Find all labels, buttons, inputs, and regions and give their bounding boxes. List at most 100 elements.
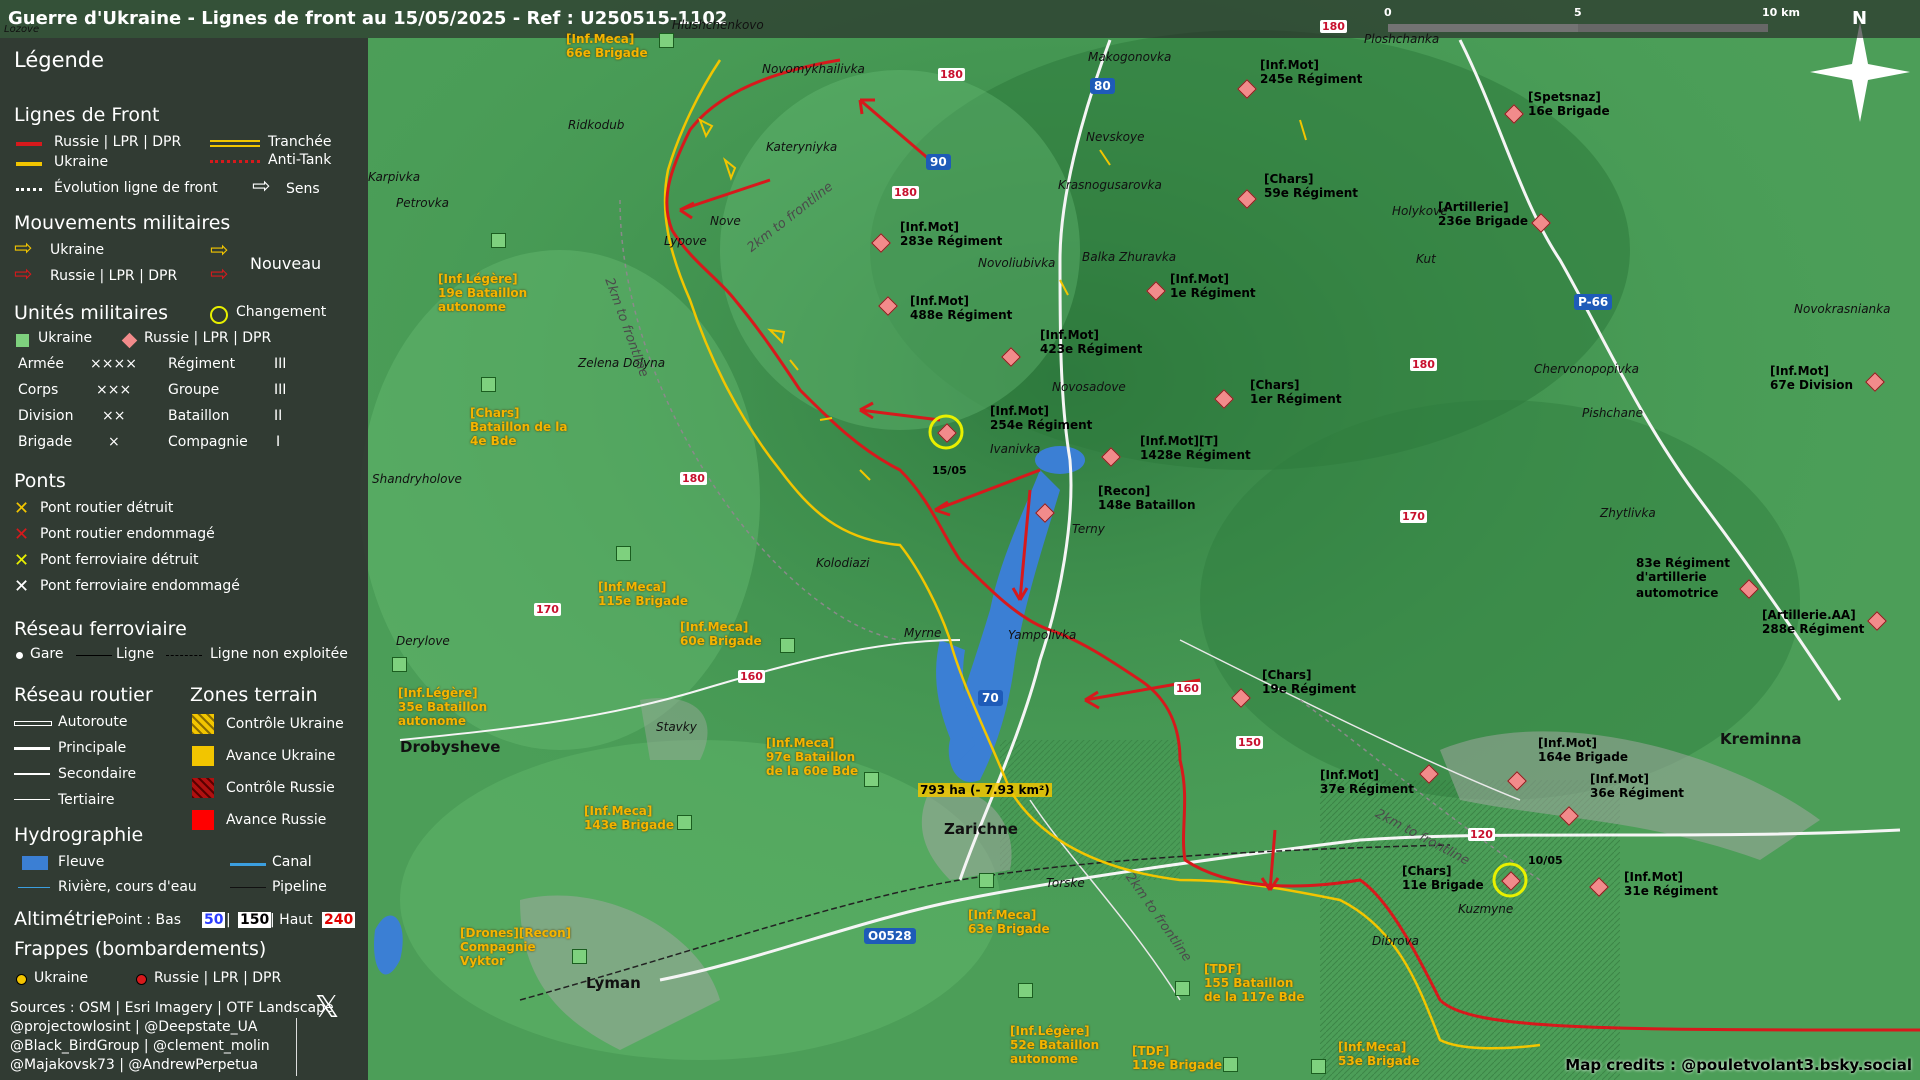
ukrainian-unit-square-icon[interactable] xyxy=(979,873,994,888)
russian-unit-label: [Inf.Mot] 31e Régiment xyxy=(1624,870,1718,898)
unit-name: 19e Régiment xyxy=(1262,682,1357,696)
legend-moves-russia: Russie | LPR | DPR xyxy=(50,268,178,284)
ukrainian-unit-square-icon[interactable] xyxy=(616,546,631,561)
unit-type: [Inf.Mot] xyxy=(900,220,960,234)
ukrainian-unit-square-icon[interactable] xyxy=(392,657,407,672)
place-label: Ploshchanka xyxy=(1364,32,1440,46)
unit-name: 97e Bataillon xyxy=(766,750,856,764)
antitank-swatch xyxy=(210,160,260,167)
legend-bridges-heading: Ponts xyxy=(14,470,66,492)
ukrainian-unit-label: [TDF] 155 Bataillon de la 117e Bde xyxy=(1204,962,1305,1004)
date-label: 15/05 xyxy=(932,464,967,477)
unit-type: [Inf.Mot] xyxy=(1538,736,1598,750)
ukrainian-unit-label: [Inf.Légère] 19e Bataillon autonome xyxy=(438,272,527,314)
legend-rail-station: Gare xyxy=(30,646,64,662)
unit-name: 1428e Régiment xyxy=(1140,448,1251,462)
legend-hydro-stream: Rivière, cours d'eau xyxy=(58,879,197,895)
x-social-icon[interactable]: 𝕏 xyxy=(315,990,339,1025)
legend-alti-sep2: | Haut xyxy=(270,912,313,928)
ukrainian-unit-square-icon[interactable] xyxy=(491,233,506,248)
unit-extra: autonome xyxy=(438,300,507,314)
unit-row-name2: Régiment xyxy=(168,356,236,372)
russian-unit-label: [Inf.Mot] 1e Régiment xyxy=(1170,272,1256,300)
zone-item: Avance Ukraine xyxy=(226,748,336,764)
place-label: Karpivka xyxy=(368,170,421,184)
unit-name: 35e Bataillon xyxy=(398,700,488,714)
unit-type: [Inf.Mot] xyxy=(1320,768,1380,782)
unit-name: Bataillon de la xyxy=(470,420,568,434)
unit-name: 19e Bataillon xyxy=(438,286,528,300)
road-motorway-swatch xyxy=(14,721,52,726)
road-destroyed-icon: ✕ xyxy=(14,498,30,519)
place-label: Terny xyxy=(1072,522,1105,536)
unit-extra: Vyktor xyxy=(460,954,505,968)
ukrainian-unit-square-icon[interactable] xyxy=(1311,1059,1326,1074)
ukrainian-unit-square-icon[interactable] xyxy=(481,377,496,392)
unit-type: [Drones][Recon] xyxy=(460,926,572,940)
river-swatch xyxy=(22,856,48,870)
unit-row-sym2: II xyxy=(274,408,283,424)
legend-title: Légende xyxy=(14,48,105,72)
russian-unit-label: [Recon] 148e Bataillon xyxy=(1098,484,1196,512)
unit-name: 52e Bataillon xyxy=(1010,1038,1100,1052)
sources-line: Sources : OSM | Esri Imagery | OTF Lands… xyxy=(10,1000,334,1016)
unit-name: Compagnie xyxy=(460,940,536,954)
scale-label-10: 10 km xyxy=(1762,6,1800,19)
road-number-label: 170 xyxy=(534,603,561,616)
place-label: Novoliubivka xyxy=(978,256,1056,270)
unit-name: 148e Bataillon xyxy=(1098,498,1196,512)
place-label: Nove xyxy=(710,214,741,228)
town-label: Drobysheve xyxy=(400,738,501,756)
unit-type: [Spetsnaz] xyxy=(1528,90,1601,104)
russian-unit-label: [Inf.Mot] 164e Brigade xyxy=(1538,736,1628,764)
unit-type: [Inf.Mot] xyxy=(1624,870,1684,884)
ukrainian-unit-square-icon[interactable] xyxy=(1223,1057,1238,1072)
unit-name: 16e Brigade xyxy=(1528,104,1610,118)
ukrainian-unit-square-icon[interactable] xyxy=(1018,983,1033,998)
unit-name: 53e Brigade xyxy=(1338,1054,1420,1068)
russian-unit-label: [Artillerie] 236e Brigade xyxy=(1438,200,1528,228)
legend-units-ukraine: Ukraine xyxy=(38,330,93,346)
ukrainian-unit-square-icon[interactable] xyxy=(677,815,692,830)
legend-moves-heading: Mouvements militaires xyxy=(14,212,231,234)
unit-type: [TDF] xyxy=(1132,1044,1170,1058)
legend-road-heading: Réseau routier xyxy=(14,684,153,706)
unit-extra: de la 60e Bde xyxy=(766,764,859,778)
unit-extra: 4e Bde xyxy=(470,434,517,448)
unit-row-sym2: III xyxy=(274,382,287,398)
unit-extra: autonome xyxy=(1010,1052,1079,1066)
ukrainian-unit-square-icon[interactable] xyxy=(572,949,587,964)
unit-type: [Inf.Mot] xyxy=(1170,272,1230,286)
unit-name: 236e Brigade xyxy=(1438,214,1528,228)
rail-line-swatch xyxy=(76,655,112,656)
place-label: Nevskoye xyxy=(1086,130,1145,144)
russian-unit-label: [Inf.Mot] 254e Régiment xyxy=(990,404,1092,432)
ukrainian-unit-label: [Inf.Meca] 115e Brigade xyxy=(598,580,688,608)
place-label: Stavky xyxy=(656,720,697,734)
ukrainian-unit-square-icon[interactable] xyxy=(1175,981,1190,996)
road-damaged-icon: ✕ xyxy=(14,524,30,545)
road-number-label: 170 xyxy=(1400,510,1427,523)
unit-type: [Inf.Mot] xyxy=(1040,328,1100,342)
unit-type: [Inf.Légère] xyxy=(438,272,518,286)
road-number-label: 180 xyxy=(1410,358,1437,371)
road-secondary-swatch xyxy=(14,773,50,775)
road-shield: P-66 xyxy=(1574,294,1613,310)
unit-type: [Chars] xyxy=(1250,378,1300,392)
place-label: Pishchane xyxy=(1582,406,1643,420)
ukrainian-unit-label: [Inf.Meca] 66e Brigade xyxy=(566,32,648,60)
ukrainian-unit-square-icon[interactable] xyxy=(780,638,795,653)
ukrainian-unit-label: [Inf.Meca] 143e Brigade xyxy=(584,804,674,832)
zone-ukraine-control-swatch xyxy=(192,714,214,734)
place-label: Hlushchenkovo xyxy=(672,18,764,32)
bridge-item: Pont ferroviaire détruit xyxy=(40,552,199,568)
legend-alti-heading: Altimétrie xyxy=(14,908,108,930)
unit-type: [Inf.Meca] xyxy=(598,580,667,594)
town-label: Zarichne xyxy=(944,820,1018,838)
ukrainian-unit-square-icon[interactable] xyxy=(864,772,879,787)
unit-row-name: Armée xyxy=(18,356,64,372)
new-ukraine-arrow-icon: ⇨ xyxy=(210,238,229,263)
russian-unit-label: [Artillerie.AA] 288e Régiment xyxy=(1762,608,1864,636)
pipeline-swatch xyxy=(230,887,266,888)
ukrainian-unit-square-icon[interactable] xyxy=(659,33,674,48)
